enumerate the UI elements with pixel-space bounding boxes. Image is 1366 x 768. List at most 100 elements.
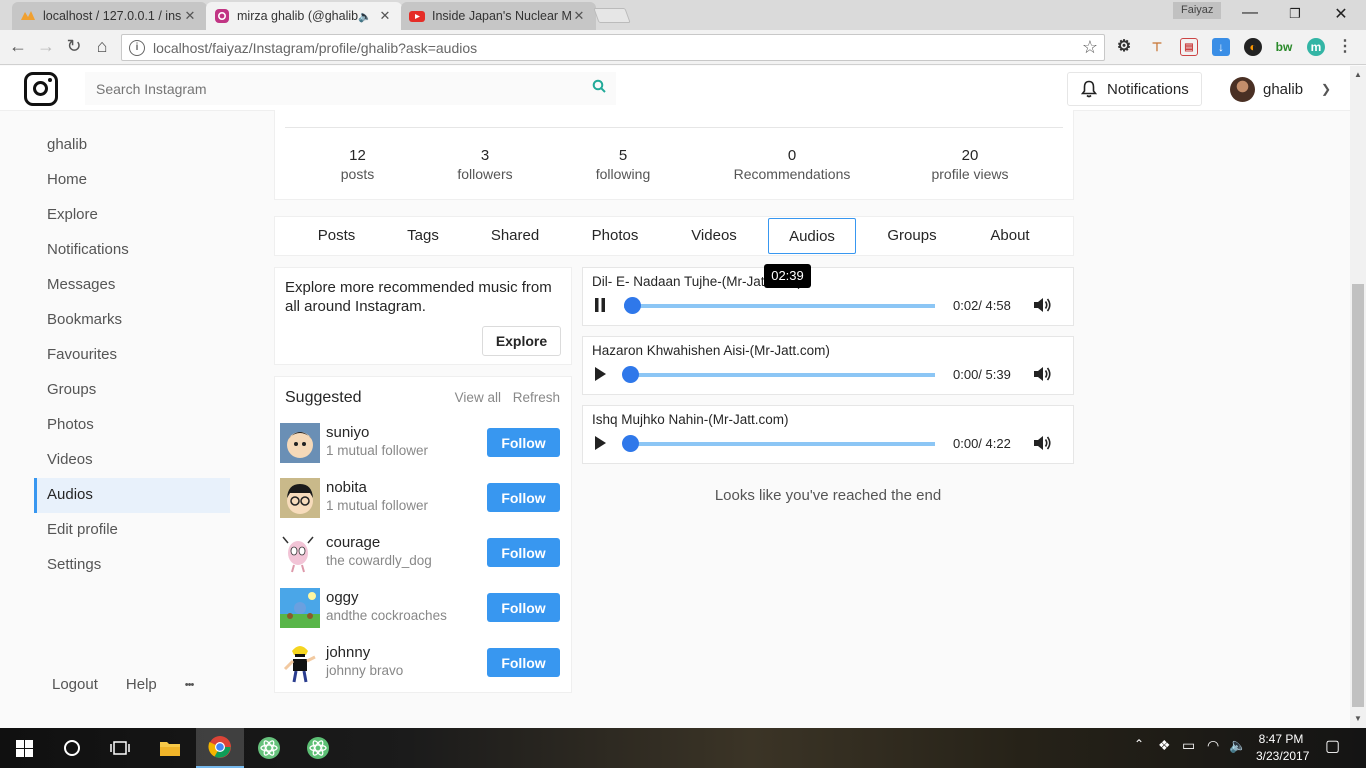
scrollbar-thumb[interactable] — [1352, 284, 1364, 707]
volume-icon[interactable] — [1032, 296, 1052, 314]
atom-editor-icon[interactable] — [245, 728, 293, 768]
restore-icon[interactable]: ❐ — [1272, 6, 1318, 22]
task-view-icon[interactable] — [96, 728, 144, 768]
sidebar-item-bookmarks[interactable]: Bookmarks — [34, 303, 230, 338]
stat-following[interactable]: 5 following — [588, 146, 658, 183]
seek-bar[interactable] — [624, 442, 935, 446]
instagram-logo-icon[interactable] — [24, 72, 58, 106]
suggested-username[interactable]: nobita — [326, 479, 367, 496]
tab-tags[interactable]: Tags — [393, 218, 453, 254]
user-avatar-johnny[interactable] — [280, 643, 320, 683]
info-icon[interactable]: i — [129, 39, 145, 56]
user-avatar-nobita[interactable] — [280, 478, 320, 518]
tab-shared[interactable]: Shared — [475, 218, 555, 254]
page-extension-icon[interactable]: ▤ — [1180, 38, 1198, 56]
cortana-search-icon[interactable] — [48, 728, 96, 768]
dropbox-tray-icon[interactable]: ❖ — [1158, 737, 1171, 754]
follow-button[interactable]: Follow — [487, 648, 560, 677]
stat-recommendations[interactable]: 0 Recommendations — [727, 146, 857, 183]
close-tab-icon[interactable]: ✕ — [183, 8, 197, 24]
forward-icon[interactable]: → — [35, 36, 57, 57]
user-avatar-courage[interactable] — [280, 533, 320, 573]
sidebar-item-audios[interactable]: Audios — [34, 478, 230, 513]
minimize-icon[interactable]: — — [1227, 4, 1273, 22]
system-clock[interactable]: 8:47 PM 3/23/2017 — [1256, 731, 1309, 765]
stat-profile-views[interactable]: 20 profile views — [920, 146, 1020, 183]
sidebar-item-profile[interactable]: ghalib — [34, 128, 230, 163]
follow-button[interactable]: Follow — [487, 483, 560, 512]
close-tab-icon[interactable]: ✕ — [572, 8, 586, 24]
help-link[interactable]: Help — [126, 676, 157, 693]
sidebar-item-favourites[interactable]: Favourites — [34, 338, 230, 373]
settings-extension-icon[interactable]: ⚙ — [1115, 38, 1133, 56]
windows-start-icon[interactable] — [0, 728, 48, 768]
home-icon[interactable]: ⌂ — [91, 36, 113, 57]
volume-icon[interactable] — [1032, 434, 1052, 452]
logout-link[interactable]: Logout — [52, 676, 98, 693]
sidebar-item-explore[interactable]: Explore — [34, 198, 230, 233]
browser-tab-phpmyadmin[interactable]: localhost / 127.0.0.1 / ins ✕ — [12, 2, 207, 30]
suggested-username[interactable]: suniyo — [326, 424, 369, 441]
seek-bar[interactable] — [624, 304, 935, 308]
tab-videos[interactable]: Videos — [675, 218, 753, 254]
volume-tray-icon[interactable]: 🔈 — [1229, 737, 1246, 754]
sidebar-item-home[interactable]: Home — [34, 163, 230, 198]
scroll-down-icon[interactable]: ▼ — [1354, 714, 1362, 723]
play-icon[interactable] — [593, 366, 607, 382]
tray-chevron-up-icon[interactable]: ⌃ — [1134, 737, 1144, 751]
close-window-icon[interactable]: ✕ — [1318, 4, 1364, 24]
new-tab-button[interactable] — [593, 8, 631, 23]
page-scrollbar[interactable]: ▲ ▼ — [1350, 66, 1366, 728]
scroll-up-icon[interactable]: ▲ — [1354, 70, 1362, 79]
volume-icon[interactable] — [1032, 365, 1052, 383]
view-all-link[interactable]: View all — [455, 390, 501, 405]
colorful-extension-icon[interactable]: ◐ — [1244, 38, 1262, 56]
search-icon[interactable] — [592, 79, 606, 93]
browser-profile-chip[interactable]: Faiyaz — [1173, 2, 1222, 19]
m-extension-icon[interactable]: m — [1307, 38, 1325, 56]
tab-posts[interactable]: Posts — [295, 218, 378, 254]
suggested-username[interactable]: courage — [326, 534, 380, 551]
atom-editor-2-icon[interactable] — [294, 728, 342, 768]
tab-groups[interactable]: Groups — [873, 218, 951, 254]
suggested-username[interactable]: johnny — [326, 644, 370, 661]
battery-tray-icon[interactable]: ▭ — [1182, 737, 1195, 754]
hammer-extension-icon[interactable]: ⊤ — [1148, 38, 1166, 56]
follow-button[interactable]: Follow — [487, 428, 560, 457]
more-options-icon[interactable]: ••• — [185, 676, 195, 693]
action-center-icon[interactable]: ▢ — [1325, 736, 1340, 756]
wifi-tray-icon[interactable]: ◠ — [1207, 737, 1219, 754]
tab-photos[interactable]: Photos — [575, 218, 655, 254]
sidebar-item-videos[interactable]: Videos — [34, 443, 230, 478]
explore-button[interactable]: Explore — [482, 326, 561, 356]
sidebar-item-messages[interactable]: Messages — [34, 268, 230, 303]
suggested-username[interactable]: oggy — [326, 589, 359, 606]
user-avatar-oggy[interactable] — [280, 588, 320, 628]
download-extension-icon[interactable]: ↓ — [1212, 38, 1230, 56]
sidebar-item-edit-profile[interactable]: Edit profile — [34, 513, 230, 548]
address-bar[interactable]: i localhost/faiyaz/Instagram/profile/gha… — [121, 34, 1105, 61]
browser-tab-instagram[interactable]: mirza ghalib (@ghalib 🔈 ✕ — [206, 2, 402, 30]
pause-icon[interactable] — [593, 297, 607, 313]
user-menu-button[interactable]: ghalib ❯ — [1222, 72, 1342, 106]
follow-button[interactable]: Follow — [487, 593, 560, 622]
refresh-link[interactable]: Refresh — [513, 390, 560, 405]
chrome-taskbar-icon[interactable] — [196, 728, 244, 768]
back-icon[interactable]: ← — [7, 36, 29, 57]
search-input[interactable] — [85, 72, 616, 105]
reload-icon[interactable]: ↻ — [63, 36, 85, 57]
browser-tab-youtube[interactable]: Inside Japan's Nuclear M ✕ — [401, 2, 596, 30]
bw-extension-icon[interactable]: bw — [1275, 38, 1293, 56]
follow-button[interactable]: Follow — [487, 538, 560, 567]
notifications-button[interactable]: Notifications — [1067, 72, 1202, 106]
seek-handle[interactable] — [624, 297, 642, 314]
stat-posts[interactable]: 12 posts — [330, 146, 385, 183]
play-icon[interactable] — [593, 435, 607, 451]
seek-handle[interactable] — [622, 435, 639, 452]
bookmark-star-icon[interactable]: ☆ — [1082, 37, 1098, 58]
tab-audios[interactable]: Audios — [768, 218, 856, 254]
stat-followers[interactable]: 3 followers — [450, 146, 520, 183]
tab-about[interactable]: About — [971, 218, 1049, 254]
audio-playing-icon[interactable]: 🔈 — [358, 10, 372, 23]
sidebar-item-notifications[interactable]: Notifications — [34, 233, 230, 268]
